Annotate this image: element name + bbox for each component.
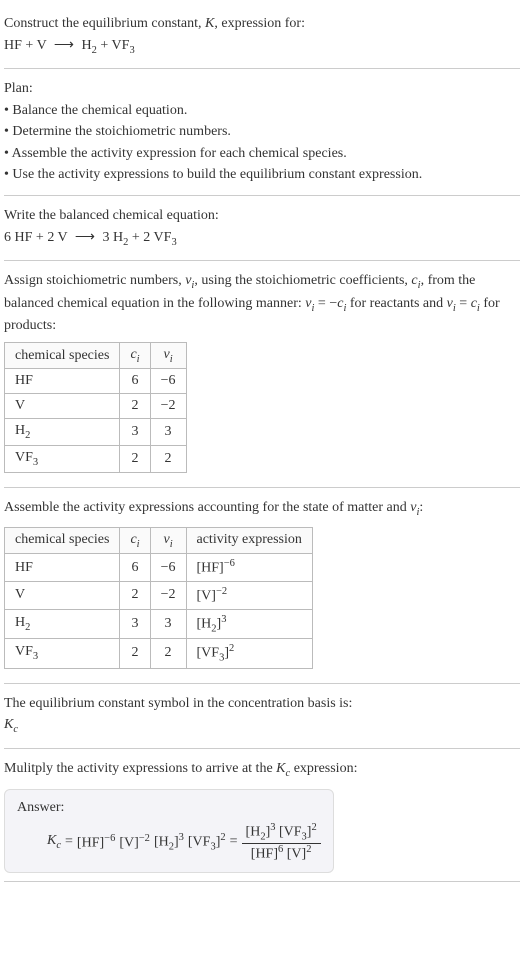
stoich-section: Assign stoichiometric numbers, νi, using… xyxy=(4,261,520,488)
table-row: HF 6 −6 [HF]−6 xyxy=(5,554,313,582)
table-row: HF 6 −6 xyxy=(5,369,187,394)
plan-bullet-3: • Assemble the activity expression for e… xyxy=(4,144,520,164)
col-nui: νi xyxy=(150,527,186,554)
intro-equation: HF + V ⟶ H2 + VF3 xyxy=(4,36,520,58)
intro-text-pre: Construct the equilibrium constant, xyxy=(4,16,205,31)
col-nui: νi xyxy=(150,342,186,369)
plan-section: Plan: • Balance the chemical equation. •… xyxy=(4,69,520,196)
arrow-icon: ⟶ xyxy=(75,228,95,248)
plan-bullet-1: • Balance the chemical equation. xyxy=(4,101,520,121)
table-header-row: chemical species ci νi xyxy=(5,342,187,369)
col-species: chemical species xyxy=(5,342,120,369)
product-h2: H2 xyxy=(82,38,97,53)
col-ci: ci xyxy=(120,527,150,554)
arrow-icon: ⟶ xyxy=(54,36,74,56)
table-row: VF3 2 2 [VF3]2 xyxy=(5,639,313,668)
plan-bullet-4: • Use the activity expressions to build … xyxy=(4,165,520,185)
answer-label: Answer: xyxy=(17,800,321,816)
table-row: V 2 −2 xyxy=(5,394,187,419)
col-species: chemical species xyxy=(5,527,120,554)
table-row: H2 3 3 [H2]3 xyxy=(5,609,313,638)
final-section: Mulitply the activity expressions to arr… xyxy=(4,749,520,883)
final-text: Mulitply the activity expressions to arr… xyxy=(4,759,520,781)
activity-table: chemical species ci νi activity expressi… xyxy=(4,527,313,669)
answer-box: Answer: Kc = [HF]−6 [V]−2 [H2]3 [VF3]2 =… xyxy=(4,789,334,873)
balanced-section: Write the balanced chemical equation: 6 … xyxy=(4,196,520,261)
table-header-row: chemical species ci νi activity expressi… xyxy=(5,527,313,554)
basis-symbol: Kc xyxy=(4,715,520,737)
plus: + xyxy=(97,38,112,53)
fraction-numerator: [H2]3 [VF3]2 xyxy=(242,822,321,843)
plan-title: Plan: xyxy=(4,79,520,99)
kc-fraction: [H2]3 [VF3]2 [HF]6 [V]2 xyxy=(242,822,321,862)
table-row: H2 3 3 xyxy=(5,419,187,446)
activity-section: Assemble the activity expressions accoun… xyxy=(4,488,520,684)
table-row: V 2 −2 [V]−2 xyxy=(5,582,313,610)
term-vf3: [VF3]2 xyxy=(188,832,226,852)
activity-text: Assemble the activity expressions accoun… xyxy=(4,498,520,520)
coef-hf: 6 HF xyxy=(4,230,32,245)
col-ci: ci xyxy=(120,342,150,369)
intro-section: Construct the equilibrium constant, K, e… xyxy=(4,4,520,69)
kc-lhs: Kc xyxy=(47,833,61,851)
stoich-text: Assign stoichiometric numbers, νi, using… xyxy=(4,271,520,336)
intro-line: Construct the equilibrium constant, K, e… xyxy=(4,14,520,34)
plan-bullet-2: • Determine the stoichiometric numbers. xyxy=(4,122,520,142)
col-activity: activity expression xyxy=(186,527,312,554)
reactant-hf: HF xyxy=(4,38,22,53)
product-vf3: VF3 xyxy=(112,38,135,53)
coef-h2: 3 H2 xyxy=(103,230,129,245)
coef-v: 2 V xyxy=(47,230,67,245)
term-h2: [H2]3 xyxy=(154,832,184,852)
table-row: VF3 2 2 xyxy=(5,446,187,473)
fraction-denominator: [HF]6 [V]2 xyxy=(242,844,321,863)
term-hf: [HF]−6 xyxy=(77,833,115,852)
reactant-v: V xyxy=(37,38,47,53)
intro-k: K xyxy=(205,16,214,31)
balanced-equation: 6 HF + 2 V ⟶ 3 H2 + 2 VF3 xyxy=(4,228,520,250)
basis-text: The equilibrium constant symbol in the c… xyxy=(4,694,520,714)
plus: + xyxy=(22,38,37,53)
balanced-title: Write the balanced chemical equation: xyxy=(4,206,520,226)
kc-expression: Kc = [HF]−6 [V]−2 [H2]3 [VF3]2 = [H2]3 [… xyxy=(17,822,321,862)
stoich-table: chemical species ci νi HF 6 −6 V 2 −2 H2… xyxy=(4,342,187,473)
intro-text-post: , expression for: xyxy=(214,16,305,31)
term-v: [V]−2 xyxy=(119,833,150,852)
basis-section: The equilibrium constant symbol in the c… xyxy=(4,684,520,749)
coef-vf3: 2 VF3 xyxy=(143,230,176,245)
